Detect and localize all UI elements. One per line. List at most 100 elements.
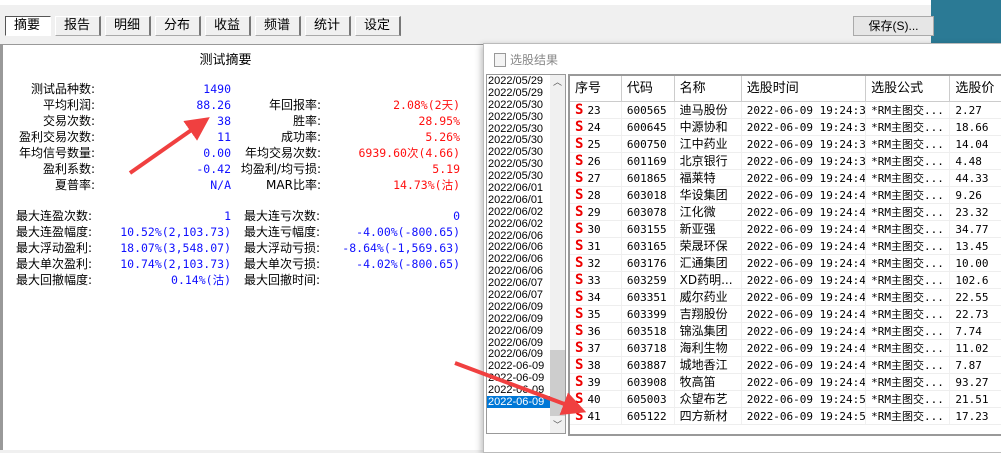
date-item[interactable]: 2022-06-09 <box>487 384 551 396</box>
save-button[interactable]: 保存(S)... <box>853 16 934 36</box>
table-row[interactable]: S 35 603399 吉翔股份 2022-06-09 19:24:45 *RM主图交..… <box>570 306 1001 323</box>
tab-0[interactable]: 摘要 <box>5 16 51 36</box>
table-row[interactable]: S 26 601169 北京银行 2022-06-09 19:24:38 *RM主图交..… <box>570 153 1001 170</box>
date-item[interactable]: 2022/05/30 <box>487 123 551 135</box>
date-item[interactable]: 2022/06/09 <box>487 337 551 349</box>
cell-text: XD药明... <box>679 273 733 287</box>
date-item[interactable]: 2022/05/30 <box>487 146 551 158</box>
tab-1[interactable]: 报告 <box>55 16 101 36</box>
tab-5[interactable]: 频谱 <box>255 16 301 36</box>
table-row[interactable]: S 32 603176 汇通集团 2022-06-09 19:24:43 *RM主图交..… <box>570 255 1001 272</box>
date-item[interactable]: 2022/06/07 <box>487 289 551 301</box>
cell: S 25 <box>570 136 622 152</box>
date-item[interactable]: 2022/06/01 <box>487 194 551 206</box>
date-item[interactable]: 2022/06/06 <box>487 230 551 242</box>
table-row[interactable]: S 38 603887 城地香江 2022-06-09 19:24:49 *RM主图交..… <box>570 357 1001 374</box>
date-item[interactable]: 2022/06/06 <box>487 253 551 265</box>
column-header[interactable]: 选股价 <box>950 76 1001 101</box>
column-header[interactable]: 选股时间 <box>742 76 867 101</box>
table-row[interactable]: S 25 600750 江中药业 2022-06-09 19:24:33 *RM主图交..… <box>570 136 1001 153</box>
cell: 2022-06-09 19:24:50 <box>742 391 867 407</box>
tab-3[interactable]: 分布 <box>155 16 201 36</box>
date-item[interactable]: 2022/05/30 <box>487 99 551 111</box>
date-item[interactable]: 2022/06/07 <box>487 277 551 289</box>
date-item[interactable]: 2022/06/09 <box>487 348 551 361</box>
cell-text: *RM主图交... <box>871 189 944 202</box>
date-item[interactable]: 2022-06-09 <box>487 396 551 408</box>
date-item[interactable]: 2022/05/30 <box>487 111 551 123</box>
date-item[interactable]: 2022/05/29 <box>487 75 551 87</box>
stat-value: 6939.60次(4.66) <box>358 146 460 160</box>
cell-text: 37 <box>587 342 601 355</box>
stat-value: -0.42 <box>196 162 231 176</box>
cell: 603908 <box>622 374 675 390</box>
cell-text: 605122 <box>626 410 667 423</box>
table-row[interactable]: S 27 601865 福莱特 2022-06-09 19:24:40 *RM主图交...… <box>570 170 1001 187</box>
cell: 华设集团 <box>675 187 742 203</box>
date-item[interactable]: 2022/06/06 <box>487 241 551 254</box>
table-row[interactable]: S 36 603518 锦泓集团 2022-06-09 19:24:45 *RM主图交..… <box>570 323 1001 340</box>
scroll-down-icon[interactable]: ﹀ <box>550 418 565 431</box>
cell-text: 2022-06-09 19:24:42 <box>746 223 867 236</box>
date-list[interactable]: 2022/05/29 2022/05/29 2022/05/30 2022/05/30… <box>486 74 566 434</box>
table-row[interactable]: S 39 603908 牧高笛 2022-06-09 19:24:49 *RM主图交...… <box>570 374 1001 391</box>
date-item[interactable]: 2022/06/06 <box>487 265 551 277</box>
signal-icon: S <box>575 289 584 305</box>
date-item[interactable]: 2022/06/09 <box>487 313 551 325</box>
table-row[interactable]: S 31 603165 荣晟环保 2022-06-09 19:24:42 *RM主图交..… <box>570 238 1001 255</box>
table-row[interactable]: S 41 605122 四方新材 2022-06-09 19:24:51 *RM主图交..… <box>570 408 1001 425</box>
tab-6[interactable]: 统计 <box>305 16 351 36</box>
date-item[interactable]: 2022/06/09 <box>487 301 551 313</box>
date-item[interactable]: 2022/05/30 <box>487 170 551 182</box>
table-row[interactable]: S 33 603259 XD药明... 2022-06-09 19:24:43 *RM主图… <box>570 272 1001 289</box>
date-item[interactable]: 2022-06-09 <box>487 360 551 372</box>
table-row[interactable]: S 37 603718 海利生物 2022-06-09 19:24:47 *RM主图交..… <box>570 340 1001 357</box>
cell: S 37 <box>570 340 622 356</box>
date-item[interactable]: 2022/06/09 <box>487 325 551 337</box>
table-row[interactable]: S 34 603351 威尔药业 2022-06-09 19:24:44 *RM主图交..… <box>570 289 1001 306</box>
table-row[interactable]: S 23 600565 迪马股份 2022-06-09 19:24:30 *RM主图交..… <box>570 102 1001 119</box>
scroll-up-icon[interactable]: ︿ <box>550 75 565 88</box>
cell: S 36 <box>570 323 622 339</box>
scrollbar-thumb[interactable] <box>550 350 565 416</box>
table-row[interactable]: S 40 605003 众望布艺 2022-06-09 19:24:50 *RM主图交..… <box>570 391 1001 408</box>
cell: 102.6 <box>950 272 1001 288</box>
cell: *RM主图交... <box>866 119 951 135</box>
date-item[interactable]: 2022/06/02 <box>487 206 551 218</box>
date-item[interactable]: 2022-06-09 <box>487 372 551 384</box>
cell-text: 23.32 <box>955 206 989 219</box>
tab-7[interactable]: 设定 <box>355 16 401 36</box>
cell-text: 2022-06-09 19:24:41 <box>746 189 867 202</box>
date-item[interactable]: 2022/05/29 <box>487 87 551 99</box>
summary-title: 测试摘要 <box>199 53 252 68</box>
scrollbar[interactable]: ︿ ﹀ <box>550 75 565 433</box>
column-header[interactable]: 序号 <box>570 76 622 101</box>
cell-text: 93.27 <box>955 376 989 389</box>
cell-text: 荣晟环保 <box>679 239 728 253</box>
column-header[interactable]: 名称 <box>675 76 742 101</box>
cell-text: 36 <box>587 325 601 338</box>
date-item[interactable]: 2022/06/01 <box>487 182 551 194</box>
date-item[interactable]: 2022/06/02 <box>487 218 551 230</box>
stat-value: 2.08%(2天) <box>393 98 460 112</box>
stat-value: N/A <box>210 178 231 192</box>
table-row[interactable]: S 30 603155 新亚强 2022-06-09 19:24:42 *RM主图交...… <box>570 221 1001 238</box>
cell-text: 2022-06-09 19:24:42 <box>746 240 867 253</box>
tab-4[interactable]: 收益 <box>205 16 251 36</box>
table-row[interactable]: S 29 603078 江化微 2022-06-09 19:24:42 *RM主图交...… <box>570 204 1001 221</box>
cell: *RM主图交... <box>866 187 951 203</box>
table-row[interactable]: S 24 600645 中源协和 2022-06-09 19:24:32 *RM主图交..… <box>570 119 1001 136</box>
stat-value: -4.00%(-800.65) <box>356 225 460 239</box>
background-window <box>931 0 1001 44</box>
tab-2[interactable]: 明细 <box>105 16 151 36</box>
table-row[interactable]: S 28 603018 华设集团 2022-06-09 19:24:41 *RM主图交..… <box>570 187 1001 204</box>
column-header[interactable]: 选股公式 <box>866 76 951 101</box>
window-title: 选股结果 <box>494 51 558 68</box>
column-header[interactable]: 代码 <box>622 76 675 101</box>
cell-text: 2022-06-09 19:24:40 <box>746 172 867 185</box>
cell-text: 34.77 <box>955 223 989 236</box>
date-item[interactable]: 2022/05/30 <box>487 158 551 170</box>
cell: 2022-06-09 19:24:49 <box>742 374 867 390</box>
date-item[interactable]: 2022/05/30 <box>487 134 551 147</box>
cell-text: *RM主图交... <box>871 223 944 236</box>
